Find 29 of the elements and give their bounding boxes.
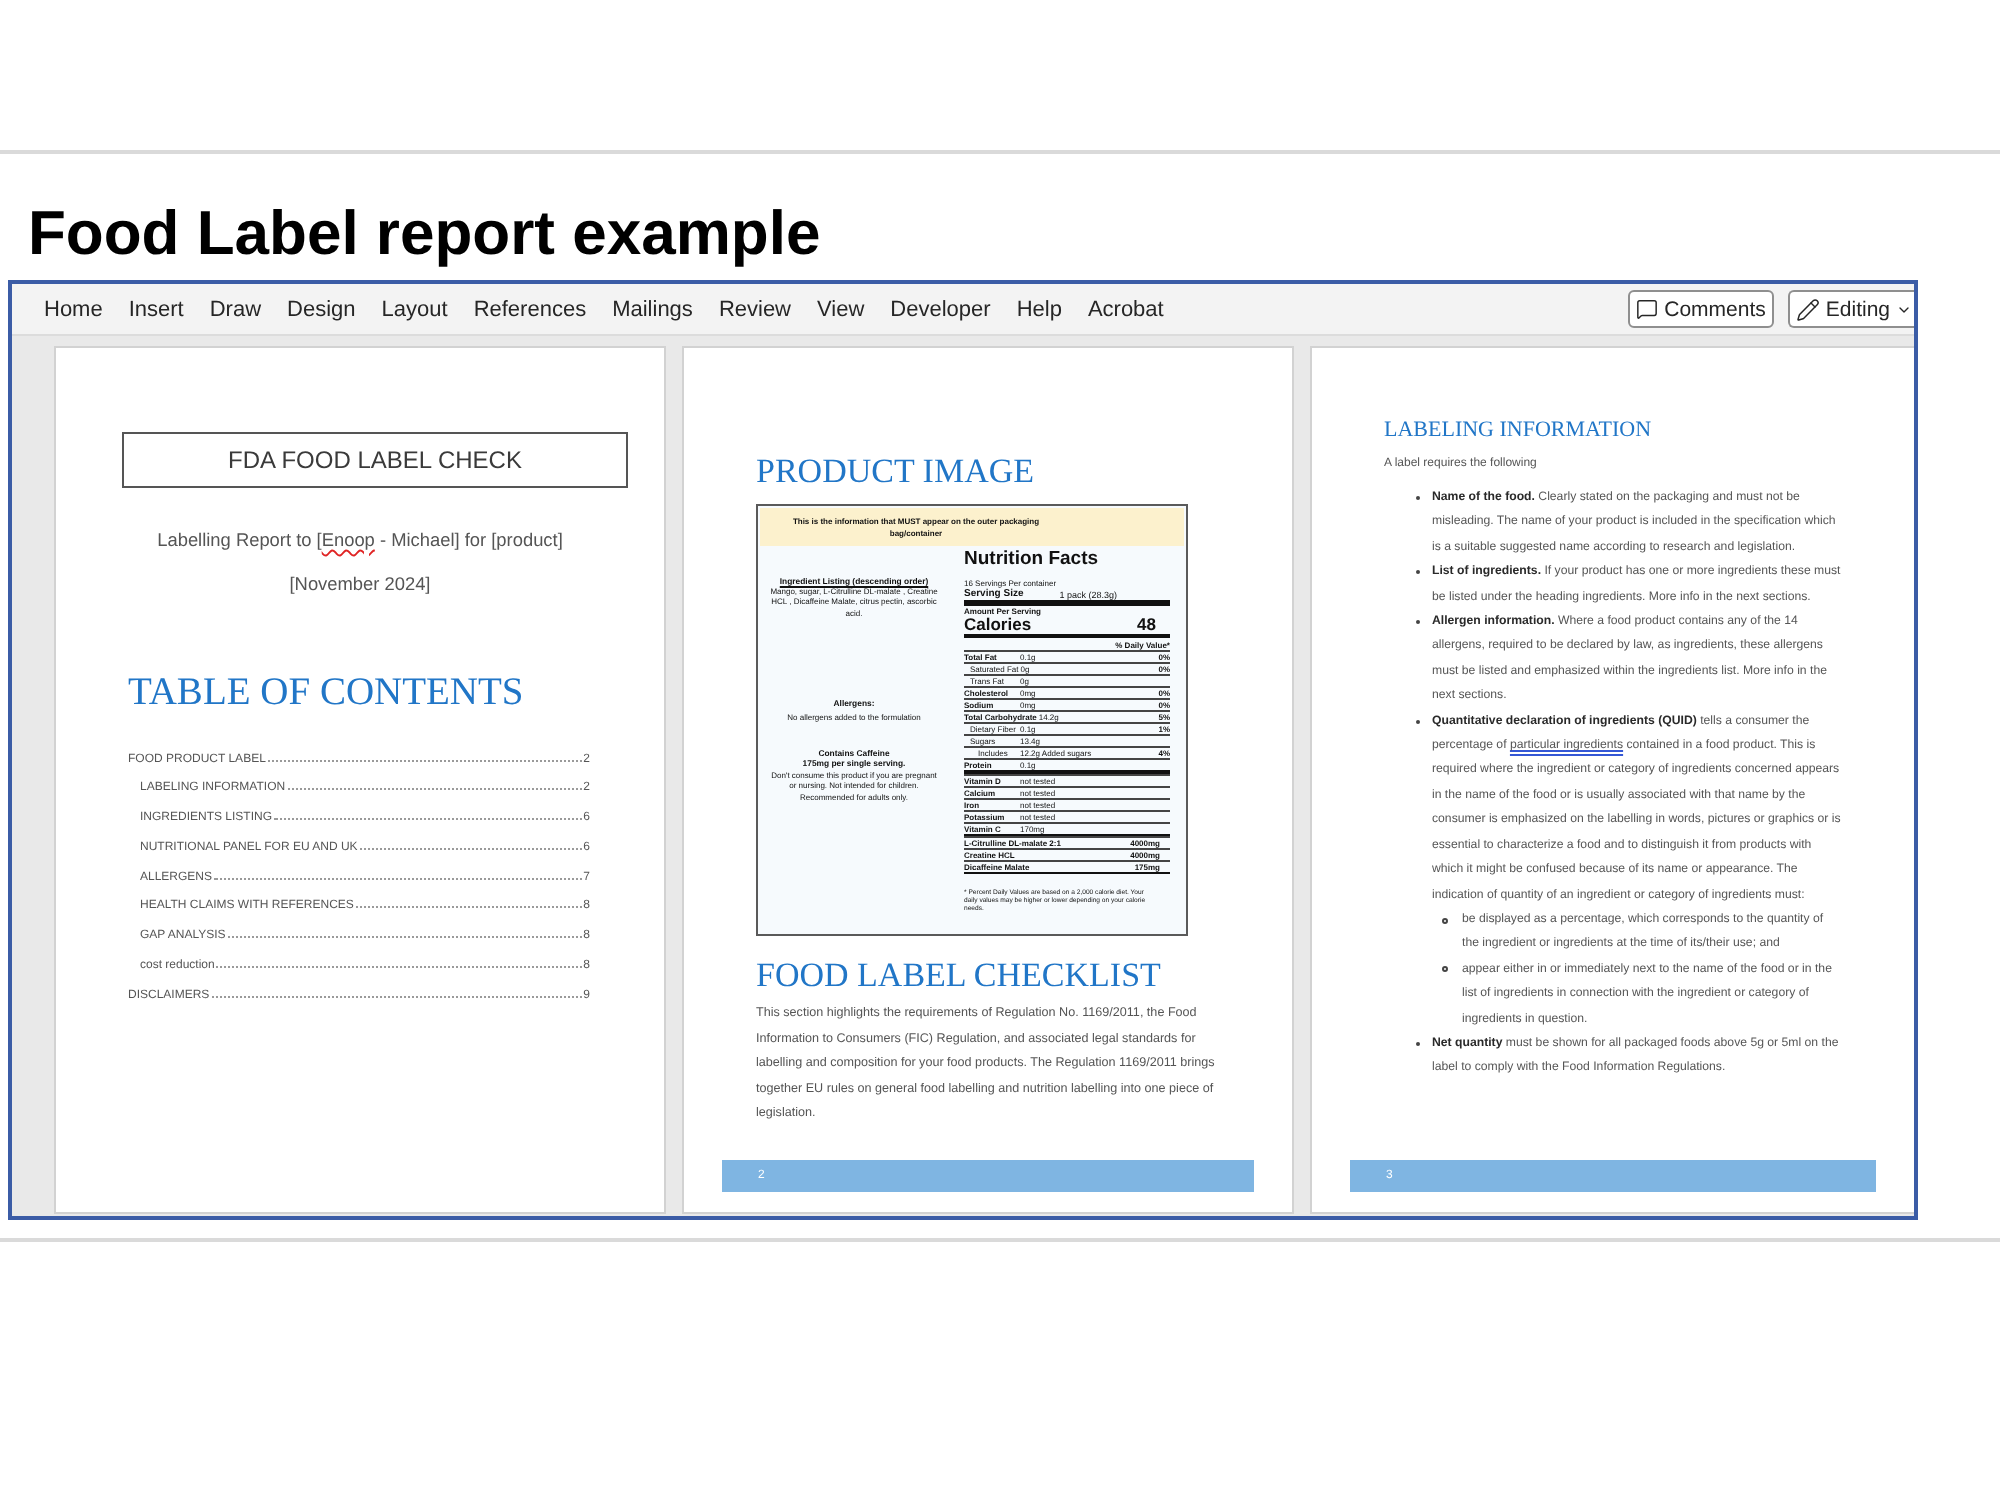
report-subtitle: Labelling Report to [Enoop - Michael] for [product] bbox=[157, 528, 563, 552]
report-date: [November 2024] bbox=[289, 572, 431, 596]
menu-tab[interactable]: Help bbox=[1016, 293, 1062, 325]
menu-tab[interactable]: Insert bbox=[128, 293, 184, 325]
circle-bullet-icon bbox=[1442, 917, 1448, 924]
toc-heading: TABLE OF CONTENTS bbox=[128, 672, 524, 717]
comment-icon bbox=[1636, 298, 1659, 320]
section-heading: PRODUCT IMAGE bbox=[756, 452, 1035, 492]
section-heading: FOOD LABEL CHECKLIST bbox=[756, 956, 1161, 996]
calories-label: Calories bbox=[964, 614, 1032, 634]
menu-tab[interactable]: Design bbox=[287, 293, 356, 325]
slide-title: Food Label report example bbox=[28, 198, 821, 268]
menu-tab[interactable]: Draw bbox=[209, 293, 262, 325]
menu-tab[interactable]: References bbox=[473, 293, 587, 325]
menu-tab[interactable]: Developer bbox=[890, 293, 991, 325]
nutrition-facts-title: Nutrition Facts bbox=[964, 548, 1099, 570]
calories-value: 48 bbox=[1137, 614, 1156, 634]
circle-bullet-icon bbox=[1442, 966, 1448, 973]
pencil-icon bbox=[1795, 297, 1820, 321]
menu-tab[interactable]: Acrobat bbox=[1087, 293, 1164, 325]
menu-tab[interactable]: View bbox=[817, 293, 865, 325]
menu-tab[interactable]: Home bbox=[44, 293, 103, 325]
editing-button[interactable]: Editing bbox=[1787, 290, 1914, 328]
menu-tab[interactable]: Layout bbox=[381, 293, 448, 325]
report-title: FDA FOOD LABEL CHECK bbox=[122, 432, 628, 488]
section-heading: LABELING INFORMATION bbox=[1384, 416, 1652, 444]
comments-button[interactable]: Comments bbox=[1628, 290, 1774, 328]
menu-tab[interactable]: Mailings bbox=[612, 293, 693, 325]
menu-tab[interactable]: Review bbox=[718, 293, 792, 325]
